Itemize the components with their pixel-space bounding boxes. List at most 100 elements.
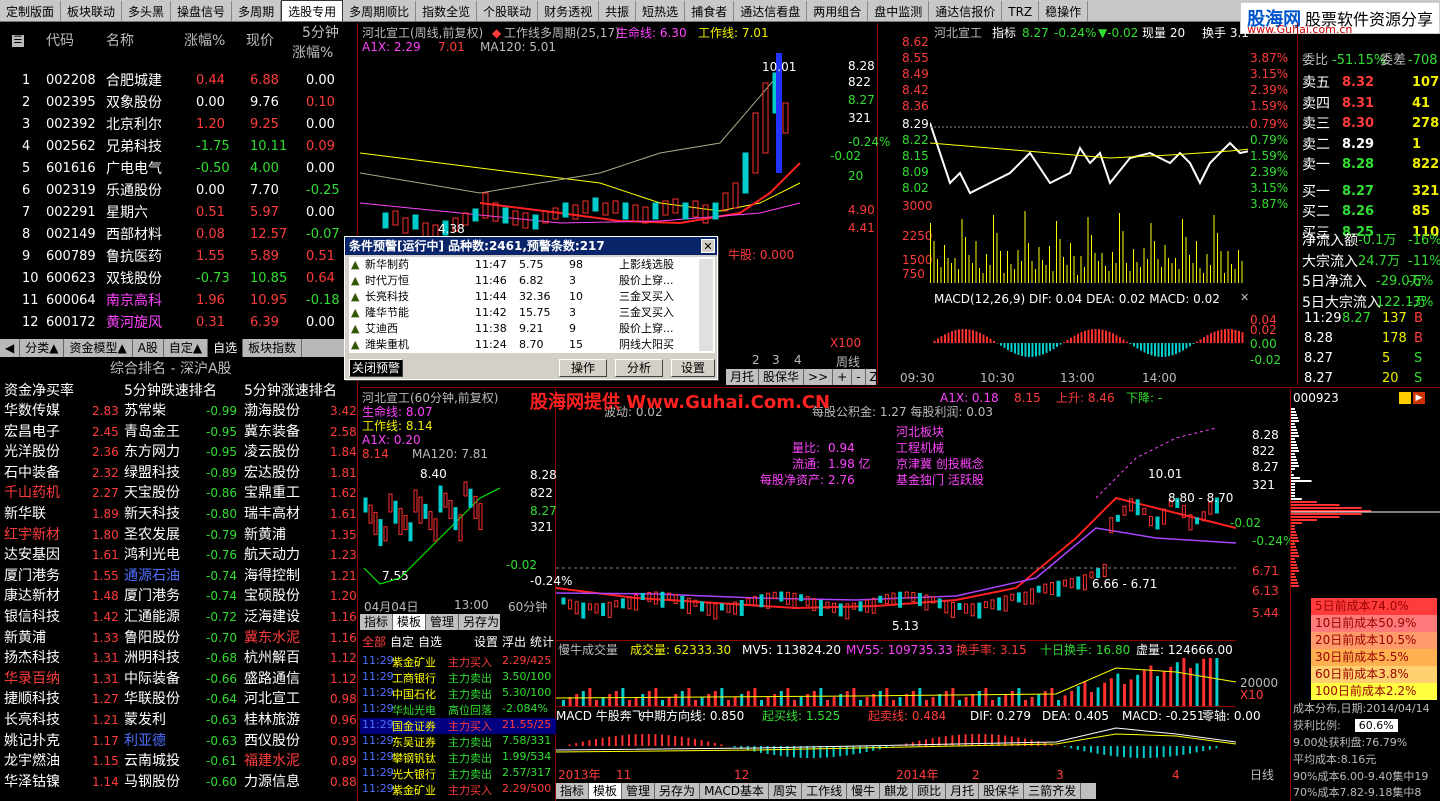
ranking-name[interactable]: 天宝股份 [124, 483, 180, 503]
ranking-name[interactable]: 蒙发利 [124, 710, 166, 730]
alert-row[interactable]: ▲ 长亮科技 11:44 32.36 10 三金叉买入 [349, 289, 715, 305]
stock-code[interactable]: 002395 [46, 93, 96, 113]
daily-tab[interactable]: 麒龙 [880, 783, 914, 799]
toolbar-tab[interactable]: 选股专用 [281, 0, 344, 21]
stock-name[interactable]: 广电电气 [106, 159, 162, 179]
daily-tab[interactable]: 指标 [556, 783, 590, 799]
ranking-name[interactable]: 扬杰科技 [4, 648, 60, 668]
orderbook-level-price[interactable]: 8.29 [1342, 135, 1374, 155]
monitor-row[interactable]: 11:29 光大银行 主力卖出 2.57/317 [360, 766, 556, 782]
tab-scroll-left[interactable]: ◀ [0, 339, 21, 357]
toolbar-tab[interactable]: 两用组合 [807, 1, 869, 21]
toolbar-tab[interactable]: TRZ [1002, 1, 1040, 21]
toolbar-tab[interactable]: 捕食者 [685, 1, 735, 21]
ranking-name[interactable]: 渤海股份 [244, 401, 300, 421]
ranking-name[interactable]: 新华联 [4, 504, 46, 524]
toolbar-tab[interactable]: 通达信报价 [929, 1, 1003, 21]
dist-mode-icon[interactable] [1399, 392, 1411, 404]
ranking-name[interactable]: 冀东装备 [244, 422, 300, 442]
ranking-name[interactable]: 千山药机 [4, 483, 60, 503]
stocklist-tab[interactable]: A股 [133, 339, 164, 357]
ranking-name[interactable]: 银信科技 [4, 607, 60, 627]
ranking-name[interactable]: 桂林旅游 [244, 710, 300, 730]
monitor-tab[interactable]: 自选 [418, 632, 442, 652]
stock-name[interactable]: 兄弟科技 [106, 137, 162, 157]
stock-name[interactable]: 鲁抗医药 [106, 247, 162, 267]
ranking-name[interactable]: 河北宣工 [244, 689, 300, 709]
toolbar-tab[interactable]: 多头黑 [122, 1, 172, 21]
weekly-period[interactable]: 周线 [836, 353, 860, 370]
60min-tab[interactable]: 模板 [393, 614, 427, 630]
ranking-name[interactable]: 康达新材 [4, 586, 60, 606]
header-code[interactable]: 代码 [46, 31, 74, 51]
ranking-name[interactable]: 新天科技 [124, 504, 180, 524]
daily-tab[interactable]: 股保华 [979, 783, 1025, 799]
weekly-tool[interactable]: 月托 [726, 369, 760, 385]
ranking-name[interactable]: 捷顺科技 [4, 689, 60, 709]
toolbar-tab[interactable]: 定制版面 [0, 1, 62, 21]
stocklist-tab[interactable]: 自定▲ [164, 339, 209, 357]
stock-name[interactable]: 黄河旋风 [106, 313, 162, 333]
ranking-name[interactable]: 通源石油 [124, 566, 180, 586]
header-5min[interactable]: 5分钟 [302, 23, 339, 43]
weekly-tool[interactable]: Z [866, 369, 876, 385]
daily-tab[interactable]: 三箭齐发 [1024, 783, 1082, 799]
close-icon[interactable]: ✕ [701, 239, 715, 253]
weekly-tool[interactable]: 股保华 [759, 369, 805, 385]
ranking-name[interactable]: 华泽钴镍 [4, 772, 60, 792]
header-name[interactable]: 名称 [106, 31, 134, 51]
column-settings-icon[interactable]: ☰ [12, 35, 24, 47]
settings-button[interactable]: 设置 [671, 359, 715, 377]
toolbar-tab[interactable]: 盘中监测 [868, 1, 930, 21]
stocklist-tab[interactable]: 资金模型▲ [64, 339, 133, 357]
ranking-name[interactable]: 西仪股份 [244, 731, 300, 751]
stock-code[interactable]: 002291 [46, 203, 96, 223]
toolbar-tab[interactable]: 多周期 [232, 1, 282, 21]
stock-code[interactable]: 600172 [46, 313, 96, 333]
stock-name[interactable]: 南京高科 [106, 291, 162, 311]
toolbar-tab[interactable]: 财务透视 [538, 1, 600, 21]
orderbook-level-price[interactable]: 8.27 [1342, 182, 1374, 202]
ranking-name[interactable]: 冀东水泥 [244, 628, 300, 648]
stock-name[interactable]: 乐通股份 [106, 181, 162, 201]
ranking-name[interactable]: 青岛金王 [124, 422, 180, 442]
monitor-tab[interactable]: 自定 [390, 632, 414, 652]
60min-tab[interactable]: 指标 [360, 614, 394, 630]
ranking-name[interactable]: 瑞丰高材 [244, 504, 300, 524]
ranking-name[interactable]: 苏常柴 [124, 401, 166, 421]
ranking-name[interactable]: 凌云股份 [244, 442, 300, 462]
intraday-indicator[interactable]: 指标 [992, 23, 1016, 43]
toolbar-tab[interactable]: 稳操作 [1039, 1, 1089, 21]
ranking-name[interactable]: 航天动力 [244, 545, 300, 565]
stock-name[interactable]: 西部材料 [106, 225, 162, 245]
header-change[interactable]: 涨幅% [184, 31, 225, 51]
ranking-name[interactable]: 姚记扑克 [4, 731, 60, 751]
ranking-name[interactable]: 新黄浦 [4, 628, 46, 648]
stock-code[interactable]: 002319 [46, 181, 96, 201]
ranking-name[interactable]: 华联股份 [124, 689, 180, 709]
daily-tab[interactable]: 另存为 [655, 783, 701, 799]
monitor-row[interactable]: 11:29 紫金矿业 主力买入 2.29/425 [360, 654, 556, 670]
60min-tab[interactable]: 另存为 [459, 614, 500, 630]
ranking-name[interactable]: 龙宇燃油 [4, 751, 60, 771]
ranking-name[interactable]: 洲明科技 [124, 648, 180, 668]
daily-tab[interactable]: 月托 [946, 783, 980, 799]
ranking-name[interactable]: 泛海建设 [244, 607, 300, 627]
operate-button[interactable]: 操作 [559, 359, 607, 377]
ranking-name[interactable]: 宏达股份 [244, 463, 300, 483]
toolbar-tab[interactable]: 个股联动 [477, 1, 539, 21]
ranking-name[interactable]: 长亮科技 [4, 710, 60, 730]
orderbook-level-price[interactable]: 8.28 [1342, 155, 1374, 175]
ranking-name[interactable]: 福建水泥 [244, 751, 300, 771]
stock-name[interactable]: 星期六 [106, 203, 148, 223]
orderbook-level-price[interactable]: 8.32 [1342, 73, 1374, 93]
header-5min-change[interactable]: 涨幅% [292, 43, 333, 63]
toolbar-tab[interactable]: 共振 [599, 1, 637, 21]
daily-tab[interactable]: 顾比 [913, 783, 947, 799]
toolbar-tab[interactable]: 操盘信号 [171, 1, 233, 21]
ranking-name[interactable]: 厦门港务 [4, 566, 60, 586]
ranking-name[interactable]: 汇通能源 [124, 607, 180, 627]
alert-scrollbar[interactable] [699, 259, 713, 351]
ranking-col-drop[interactable]: 5分钟跌速排名 [124, 381, 217, 401]
daily-tab[interactable]: 慢牛 [847, 783, 881, 799]
